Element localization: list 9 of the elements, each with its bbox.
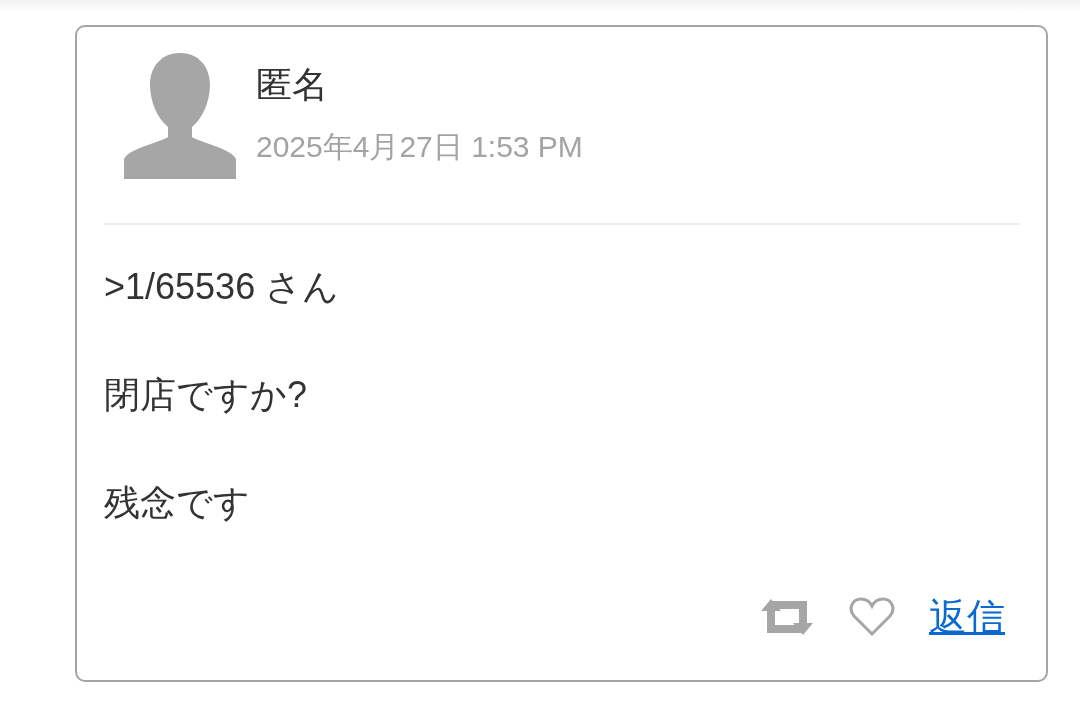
author-name: 匿名 [256, 63, 329, 107]
avatar-icon [124, 53, 236, 179]
comment-text: 閉店ですか? [104, 373, 309, 417]
comment-text: >1/65536 さん [104, 265, 341, 309]
comment-text: 残念です [104, 481, 251, 525]
heart-icon[interactable] [849, 597, 895, 637]
comment-date: 2025年4月27日 1:53 PM [256, 129, 583, 165]
repost-icon[interactable] [759, 599, 815, 635]
reply-link[interactable]: 返信 [929, 594, 1005, 640]
